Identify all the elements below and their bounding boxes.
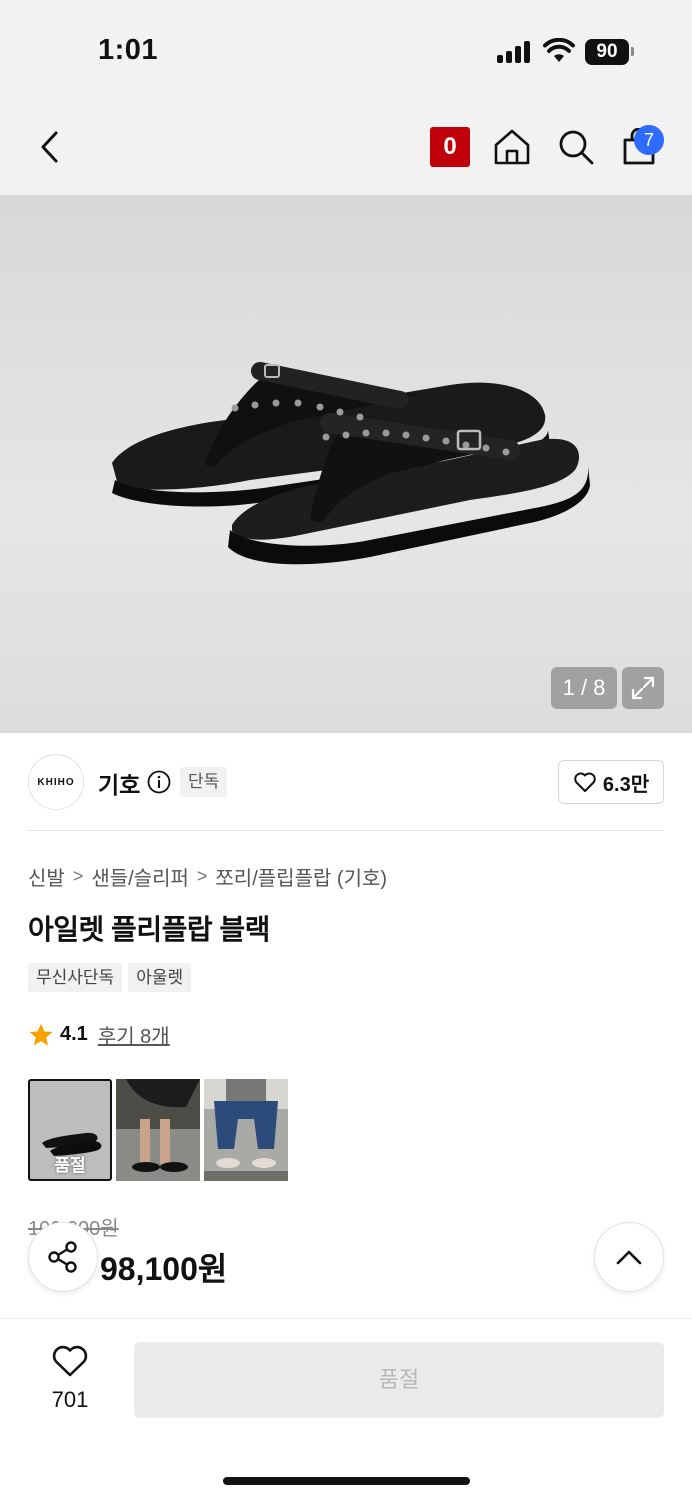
- brand-logo[interactable]: KHIHO: [28, 754, 84, 810]
- wifi-icon: [543, 38, 575, 62]
- rating-score: 4.1: [60, 1023, 88, 1045]
- sandal-illustration: [112, 362, 590, 565]
- home-icon[interactable]: [490, 125, 534, 169]
- heart-icon: [574, 772, 596, 792]
- battery-tip: [631, 47, 634, 56]
- expand-icon[interactable]: [622, 667, 664, 709]
- option-thumbnail-selected[interactable]: 품절: [28, 1079, 112, 1181]
- chevron-right-icon: >: [196, 866, 208, 886]
- battery-indicator: 90: [585, 39, 629, 65]
- product-title: 아일렛 플리플랍 블랙: [28, 914, 270, 945]
- thumbnail-image: [116, 1079, 200, 1172]
- option-thumbnail[interactable]: [116, 1079, 200, 1181]
- top-nav-bar: 0: [0, 100, 692, 195]
- star-icon: [29, 1023, 53, 1046]
- wishlist-button[interactable]: 701: [40, 1344, 100, 1413]
- breadcrumb-item[interactable]: 쪼리/플립플랍 (기호): [215, 862, 387, 891]
- heart-icon: [52, 1345, 88, 1377]
- sale-price: 98,100원: [100, 1251, 228, 1287]
- breadcrumb: 신발 > 샌들/슬리퍼 > 쪼리/플립플랍 (기호): [28, 862, 387, 891]
- product-tags: 무신사단독 아울렛: [28, 963, 192, 992]
- share-icon: [48, 1241, 77, 1273]
- image-counter: 1 / 8: [551, 667, 617, 709]
- divider: [28, 830, 664, 831]
- thumbnail-soldout-label: 품절: [54, 1156, 86, 1175]
- breadcrumb-item[interactable]: 샌들/슬리퍼: [91, 862, 189, 891]
- scroll-top-button[interactable]: [594, 1222, 664, 1292]
- mark-label: 0: [430, 127, 470, 167]
- brand-like-count: 6.3만: [602, 773, 650, 796]
- rating: 4.1 후기 8개: [28, 1020, 170, 1049]
- breadcrumb-item[interactable]: 신발: [28, 862, 65, 891]
- product-image[interactable]: [0, 195, 692, 733]
- option-thumbnail[interactable]: [204, 1079, 288, 1181]
- info-icon[interactable]: [147, 770, 171, 794]
- wishlist-count: 701: [51, 1387, 89, 1412]
- exclusive-tag: 단독: [180, 767, 228, 797]
- thumbnail-image: [204, 1079, 288, 1181]
- back-icon[interactable]: [28, 125, 72, 169]
- chevron-up-icon: [616, 1250, 642, 1265]
- soldout-button[interactable]: 품절: [134, 1342, 664, 1418]
- brand-name[interactable]: 기호: [98, 766, 140, 800]
- search-icon[interactable]: [554, 125, 598, 169]
- review-link[interactable]: 후기 8개: [98, 1020, 170, 1049]
- option-thumbnails: 품절: [28, 1079, 288, 1181]
- home-indicator: [223, 1477, 470, 1485]
- chevron-right-icon: >: [72, 866, 84, 886]
- status-bar: 1:01 90: [0, 0, 692, 100]
- cellular-signal-icon: [497, 41, 533, 63]
- cart-count-badge: 7: [634, 125, 664, 155]
- product-tag: 아울렛: [128, 963, 192, 992]
- share-button[interactable]: [28, 1222, 98, 1292]
- status-time: 1:01: [98, 34, 159, 66]
- product-tag: 무신사단독: [28, 963, 123, 992]
- musinsa-mark-button[interactable]: 0: [428, 125, 472, 169]
- brand-like-button[interactable]: 6.3만: [558, 760, 664, 804]
